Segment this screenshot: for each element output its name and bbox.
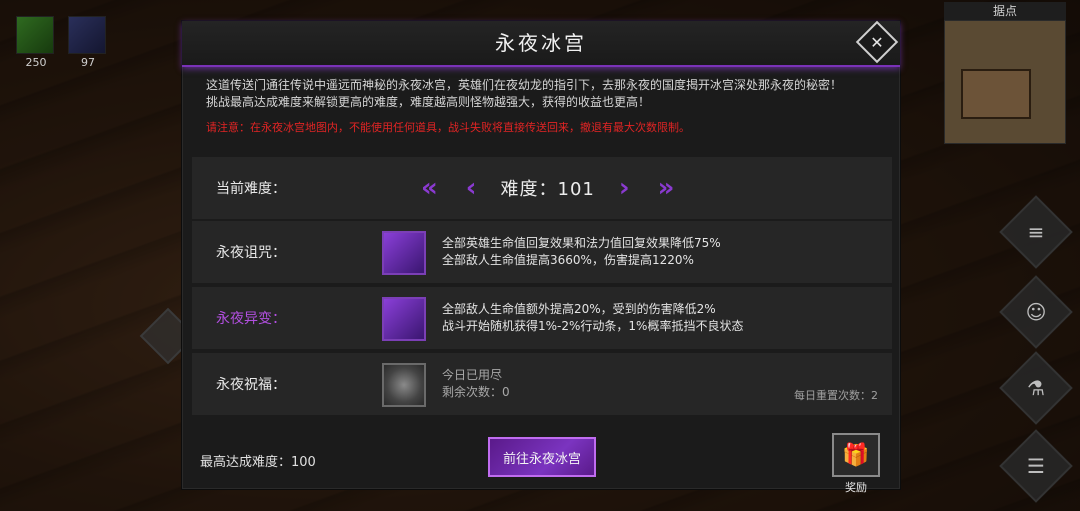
dialog-title: 永夜冰宫 — [182, 21, 900, 67]
right-arrow-icon[interactable]: › — [619, 173, 630, 203]
curse-line-1: 全部英雄生命值回复效果和法力值回复效果降低75% — [442, 236, 721, 250]
blessing-row: 永夜祝福： 今日已用尽 剩余次数：0 每日重置次数：2 — [192, 353, 892, 415]
resource-2: 97 — [68, 16, 108, 69]
minimap-title: 据点 — [944, 2, 1066, 20]
difficulty-label: 当前难度： — [216, 181, 286, 197]
description-line-2: 挑战最高达成难度来解锁更高的难度，难度越高则怪物越强大，获得的收益也更高！ — [206, 95, 651, 109]
double-right-arrow-icon[interactable]: » — [658, 173, 675, 203]
difficulty-row: 当前难度： « ‹ 难度：101 › » — [192, 157, 892, 219]
difficulty-value: 难度：101 — [500, 179, 595, 200]
resource-2-value: 97 — [81, 56, 95, 69]
people-icon: ☺ — [1025, 300, 1047, 324]
gift-icon: 🎁 — [832, 433, 880, 477]
curse-line-2: 全部敌人生命值提高3660%，伤害提高1220% — [442, 253, 694, 267]
resource-1-value: 250 — [25, 56, 47, 69]
minimap[interactable]: 据点 — [944, 2, 1066, 144]
scroll-icon: ≡ — [1027, 220, 1045, 244]
list-icon: ☰ — [1027, 454, 1045, 478]
potion-icon: ⚗ — [1027, 376, 1045, 400]
curse-icon[interactable] — [382, 231, 426, 275]
resource-1: 250 — [16, 16, 56, 69]
enter-palace-button[interactable]: 前往永夜冰宫 — [488, 437, 596, 477]
blessing-line-1: 今日已用尽 — [442, 368, 503, 382]
daily-reset-count: 每日重置次数：2 — [794, 389, 878, 402]
left-arrow-icon[interactable]: ‹ — [466, 173, 477, 203]
mutation-line-2: 战斗开始随机获得1%-2%行动条，1%概率抵挡不良状态 — [442, 319, 744, 333]
curse-text: 全部英雄生命值回复效果和法力值回复效果降低75% 全部敌人生命值提高3660%，… — [442, 235, 721, 269]
difficulty-control: « ‹ 难度：101 › » — [407, 157, 688, 219]
blue-orb-icon — [68, 16, 106, 54]
description-line-1: 这道传送门通往传说中遥远而神秘的永夜冰宫，英雄们在夜幼龙的指引下，去那永夜的国度… — [206, 78, 843, 92]
eternal-night-dialog: 永夜冰宫 ✕ 这道传送门通往传说中遥远而神秘的永夜冰宫，英雄们在夜幼龙的指引下，… — [181, 20, 901, 494]
mutation-row: 永夜异变： 全部敌人生命值额外提高20%，受到的伤害降低2% 战斗开始随机获得1… — [192, 287, 892, 349]
mutation-icon[interactable] — [382, 297, 426, 341]
close-icon: ✕ — [870, 32, 884, 52]
blessing-text: 今日已用尽 剩余次数：0 — [442, 367, 510, 401]
dialog-description: 这道传送门通往传说中遥远而神秘的永夜冰宫，英雄们在夜幼龙的指引下，去那永夜的国度… — [182, 67, 900, 111]
mutation-label: 永夜异变： — [216, 311, 286, 327]
blessing-label: 永夜祝福： — [216, 377, 286, 393]
reward-label: 奖励 — [845, 481, 867, 494]
warning-text: 请注意：在永夜冰宫地图内，不能使用任何道具，战斗失败将直接传送回来，撤退有最大次… — [206, 121, 690, 134]
blessing-line-2: 剩余次数：0 — [442, 385, 510, 399]
swirl-icon[interactable] — [382, 363, 426, 407]
double-left-arrow-icon[interactable]: « — [421, 173, 438, 203]
mutation-text: 全部敌人生命值额外提高20%，受到的伤害降低2% 战斗开始随机获得1%-2%行动… — [442, 301, 743, 335]
curse-row: 永夜诅咒： 全部英雄生命值回复效果和法力值回复效果降低75% 全部敌人生命值提高… — [192, 221, 892, 283]
curse-label: 永夜诅咒： — [216, 245, 286, 261]
green-feather-icon — [16, 16, 54, 54]
minimap-view[interactable] — [944, 20, 1066, 144]
reward-button[interactable]: 🎁 奖励 — [832, 433, 880, 495]
best-difficulty: 最高达成难度：100 — [200, 455, 316, 470]
mutation-line-1: 全部敌人生命值额外提高20%，受到的伤害降低2% — [442, 302, 716, 316]
minimap-room — [961, 69, 1031, 119]
